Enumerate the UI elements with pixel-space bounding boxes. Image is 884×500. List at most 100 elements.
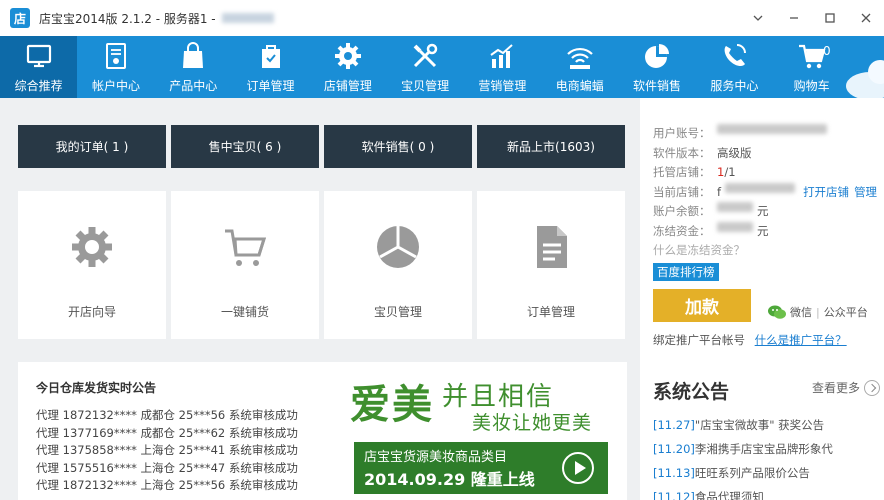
tab-account[interactable]: 帐户中心 bbox=[77, 36, 154, 98]
tab-recommend[interactable]: 综合推荐 bbox=[0, 36, 78, 98]
recharge-button[interactable]: 加款 bbox=[653, 289, 751, 322]
frozen-help-link[interactable]: 什么是冻结资金？ bbox=[653, 241, 745, 261]
gear-icon bbox=[72, 227, 112, 267]
cart-icon bbox=[225, 229, 267, 266]
tab-service[interactable]: 服务中心 bbox=[696, 36, 773, 98]
card-label: 宝贝管理 bbox=[373, 305, 422, 319]
info-key: 账户余额： bbox=[653, 204, 711, 218]
redacted-frozen bbox=[717, 221, 753, 232]
banner-headline: 爱美 bbox=[350, 381, 434, 428]
promo-banner[interactable]: 爱美 并且相信 美妆让她更美 店宝宝货源美妆商品类目 2014.09.29 隆重… bbox=[322, 362, 627, 500]
info-value: /1 bbox=[724, 165, 736, 179]
pie-chart-icon bbox=[645, 44, 670, 68]
redacted-shop bbox=[725, 182, 796, 193]
play-icon[interactable] bbox=[562, 452, 594, 484]
account-info: 用户账号： 软件版本： 高级版 托管店铺： 1 /1 当前店铺： f 打开店铺 … bbox=[653, 124, 877, 261]
info-value: 元 bbox=[757, 223, 769, 238]
maximize-icon[interactable] bbox=[812, 0, 848, 36]
notice-date: [11.13] bbox=[653, 466, 695, 480]
notice-title: 今日仓库发货实时公告 bbox=[36, 381, 157, 395]
list-item: 代理 1375858**** 上海仓 25***41 系统审核成功 bbox=[36, 443, 298, 457]
banner-cta[interactable]: 店宝宝货源美妆商品类目 2014.09.29 隆重上线 bbox=[354, 442, 608, 494]
system-notice-list: [11.27]"店宝宝微故事" 获奖公告 [11.20]李湘携手店宝宝品牌形象代… bbox=[653, 413, 833, 500]
info-value: f bbox=[717, 184, 722, 199]
open-shop-link[interactable]: 打开店铺 bbox=[803, 183, 849, 203]
card-label: 一键铺货 bbox=[220, 305, 269, 319]
list-item: 代理 1872132**** 上海仓 25***56 系统审核成功 bbox=[36, 478, 298, 492]
list-item[interactable]: [11.13]旺旺系列产品限价公告 bbox=[653, 461, 833, 485]
tab-marketing[interactable]: 营销管理 bbox=[464, 36, 541, 98]
tab-orders[interactable]: 订单管理 bbox=[232, 36, 309, 98]
title-bar: 店 店宝宝2014版 2.1.2 - 服务器1 - bbox=[0, 0, 884, 36]
monitor-icon bbox=[26, 44, 51, 68]
wechat-link[interactable]: 微信 | 公众平台 bbox=[767, 304, 868, 320]
card-goods-manage[interactable]: 宝贝管理 bbox=[324, 191, 472, 339]
card-one-click[interactable]: 一键铺货 bbox=[171, 191, 319, 339]
tab-label: 服务中心 bbox=[710, 79, 759, 93]
card-shop-guide[interactable]: 开店向导 bbox=[18, 191, 166, 339]
tab-software[interactable]: 软件销售 bbox=[618, 36, 695, 98]
info-key: 当前店铺： bbox=[653, 184, 711, 199]
baidu-rank-button[interactable]: 百度排行榜 bbox=[653, 263, 719, 281]
quick-buttons: 我的订单( 1 ) 售中宝贝( 6 ) 软件销售( 0 ) 新品上市(1603) bbox=[18, 125, 625, 168]
card-order-manage[interactable]: 订单管理 bbox=[477, 191, 625, 339]
wechat-platform-label: 公众平台 bbox=[823, 306, 868, 319]
tab-label: 产品中心 bbox=[169, 79, 218, 93]
tab-label: 综合推荐 bbox=[14, 79, 63, 93]
list-item: 代理 1872132**** 成都仓 25***56 系统审核成功 bbox=[36, 408, 298, 422]
promo-help-link[interactable]: 什么是推广平台？ bbox=[755, 333, 847, 347]
balance-row: 账户余额： 元 bbox=[653, 202, 877, 222]
software-sales-button[interactable]: 软件销售( 0 ) bbox=[324, 125, 472, 168]
close-icon[interactable] bbox=[848, 0, 884, 36]
bind-label: 绑定推广平台帐号 bbox=[653, 333, 745, 347]
wechat-icon bbox=[768, 305, 786, 319]
notice-text: 旺旺系列产品限价公告 bbox=[694, 466, 810, 480]
new-arrivals-button[interactable]: 新品上市(1603) bbox=[477, 125, 625, 168]
tab-bat[interactable]: 电商蝙蝠 bbox=[541, 36, 618, 98]
minimize-icon[interactable] bbox=[776, 0, 812, 36]
tab-label: 订单管理 bbox=[246, 79, 295, 93]
account-sidebar: 用户账号： 软件版本： 高级版 托管店铺： 1 /1 当前店铺： f 打开店铺 … bbox=[640, 98, 884, 500]
view-more-label: 查看更多 bbox=[812, 381, 861, 395]
user-account-row: 用户账号： bbox=[653, 124, 877, 144]
cloud-decoration bbox=[846, 60, 884, 98]
card-label: 开店向导 bbox=[67, 305, 116, 319]
manage-link[interactable]: 管理 bbox=[854, 183, 877, 203]
tab-cart[interactable]: 0 购物车 bbox=[773, 36, 850, 98]
phone-icon bbox=[724, 44, 747, 67]
view-more-link[interactable]: 查看更多 bbox=[812, 379, 881, 396]
tab-label: 帐户中心 bbox=[91, 79, 140, 93]
list-item[interactable]: [11.20]李湘携手店宝宝品牌形象代 bbox=[653, 437, 833, 461]
notice-list: 代理 1872132**** 成都仓 25***56 系统审核成功 代理 137… bbox=[36, 407, 326, 495]
main-panel: 我的订单( 1 ) 售中宝贝( 6 ) 软件销售( 0 ) 新品上市(1603)… bbox=[0, 98, 640, 500]
my-orders-button[interactable]: 我的订单( 1 ) bbox=[18, 125, 166, 168]
menu-icon[interactable] bbox=[740, 0, 776, 36]
info-value-highlight: 1 bbox=[717, 165, 725, 179]
redacted-balance bbox=[717, 202, 753, 212]
info-key: 托管店铺： bbox=[653, 165, 711, 179]
banner-line1: 店宝宝货源美妆商品类目 bbox=[364, 450, 508, 465]
info-value: 高级版 bbox=[717, 145, 752, 160]
notice-text: 食品代理须知 bbox=[694, 490, 764, 500]
list-item[interactable]: [11.27]"店宝宝微故事" 获奖公告 bbox=[653, 413, 833, 437]
bind-promo-row: 绑定推广平台帐号 什么是推广平台？ bbox=[653, 332, 847, 348]
gear-icon bbox=[334, 43, 361, 69]
frozen-row: 冻结资金： 元 bbox=[653, 221, 877, 242]
cart-count-badge: 0 bbox=[822, 44, 831, 58]
tools-icon bbox=[413, 43, 438, 68]
window-controls bbox=[740, 0, 884, 36]
tab-products[interactable]: 产品中心 bbox=[155, 36, 232, 98]
tab-shop[interactable]: 店铺管理 bbox=[309, 36, 386, 98]
notice-date: [11.27] bbox=[653, 418, 695, 432]
order-bag-icon bbox=[261, 45, 280, 68]
tab-goods[interactable]: 宝贝管理 bbox=[386, 36, 463, 98]
selling-goods-button[interactable]: 售中宝贝( 6 ) bbox=[171, 125, 319, 168]
notice-text: "店宝宝微故事" 获奖公告 bbox=[694, 418, 825, 432]
list-item[interactable]: [11.12]食品代理须知 bbox=[653, 485, 833, 500]
hosted-shops-row: 托管店铺： 1 /1 bbox=[653, 163, 877, 183]
current-shop-row: 当前店铺： f 打开店铺 管理 bbox=[653, 182, 877, 203]
info-value: 元 bbox=[757, 204, 769, 218]
document-icon bbox=[537, 226, 567, 268]
pie-chart-icon bbox=[377, 226, 419, 268]
notice-date: [11.20] bbox=[653, 442, 695, 456]
